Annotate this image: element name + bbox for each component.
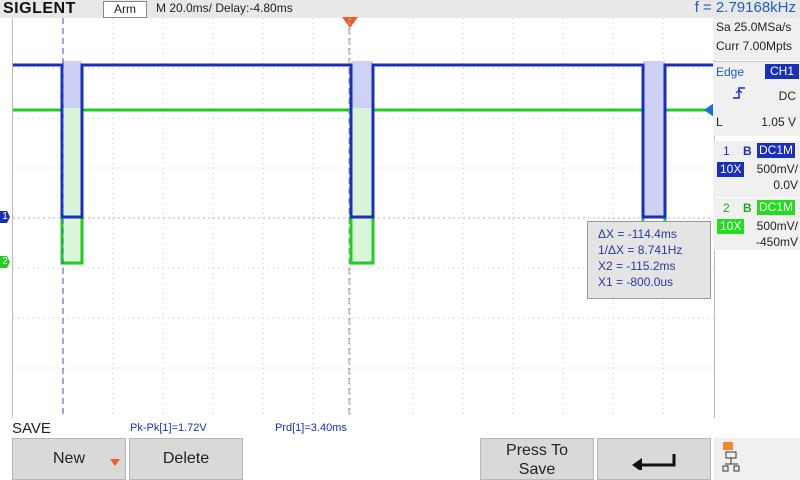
- return-arrow-icon: [632, 454, 676, 470]
- ch2-bw-limit: B: [743, 201, 752, 215]
- top-status-bar: SIGLENT Arm M 20.0ms/ Delay:-4.80ms f = …: [0, 0, 800, 18]
- waveform-grid: [13, 18, 714, 418]
- ch2-probe: 10X: [717, 219, 745, 234]
- waveform-display[interactable]: ΔX = -114.4ms 1/ΔX = 8.741Hz X2 = -115.2…: [12, 18, 715, 418]
- ch1-offset-marker[interactable]: 1: [0, 211, 10, 223]
- ch1-scale: 500mV/: [756, 162, 798, 176]
- acquisition-panel[interactable]: Sa 25.0MSa/s Curr 7.00Mpts: [713, 18, 800, 60]
- network-icon: [722, 442, 740, 472]
- ch2-number: 2: [723, 201, 730, 215]
- ch1-number: 1: [723, 144, 730, 158]
- ch1-marker-label: 1: [2, 211, 8, 222]
- network-status[interactable]: [714, 438, 800, 480]
- sample-rate: Sa 25.0MSa/s: [716, 20, 792, 34]
- cursor-readout-panel: ΔX = -114.4ms 1/ΔX = 8.741Hz X2 = -115.2…: [587, 221, 711, 299]
- memory-depth: Curr 7.00Mpts: [716, 39, 793, 53]
- trigger-source: CH1: [765, 64, 800, 79]
- x2-readout: X2 = -115.2ms: [598, 259, 676, 273]
- ch2-coupling: DC1M: [757, 200, 796, 215]
- press-to-save-label-line1: Press To: [506, 442, 568, 459]
- delete-button-label: Delete: [162, 450, 210, 467]
- ch1-offset: 0.0V: [773, 178, 798, 192]
- dropdown-arrow-icon: [110, 459, 120, 466]
- menu-title: SAVE: [12, 420, 51, 437]
- trigger-type: Edge: [716, 65, 745, 79]
- delete-button[interactable]: Delete: [129, 438, 243, 480]
- ch1-bw-limit: B: [743, 144, 752, 158]
- ch2-offset: -450mV: [755, 235, 798, 249]
- measurement-bar: SAVE Pk-Pk[1]=1.72V Prd[1]=3.40ms: [0, 419, 800, 437]
- new-button[interactable]: New: [12, 438, 126, 480]
- trigger-level: 1.05 V: [761, 115, 796, 129]
- period-measurement: Prd[1]=3.40ms: [275, 422, 347, 434]
- x1-readout: X1 = -800.0us: [598, 275, 674, 289]
- acquisition-state: Arm: [103, 1, 147, 18]
- brand-logo: SIGLENT: [3, 0, 76, 17]
- ch2-marker-label: 2: [2, 256, 8, 267]
- ch1-probe: 10X: [717, 162, 745, 177]
- return-button[interactable]: [597, 438, 711, 480]
- new-button-label: New: [52, 450, 85, 467]
- rising-edge-icon: [733, 87, 745, 99]
- ch2-scale: 500mV/: [756, 219, 798, 233]
- trigger-level-prefix: L: [716, 115, 723, 129]
- inverse-delta-x-readout: 1/ΔX = 8.741Hz: [598, 243, 683, 257]
- timebase-readout: M 20.0ms/ Delay:-4.80ms: [156, 1, 293, 15]
- ch1-coupling: DC1M: [757, 143, 796, 158]
- ch2-offset-marker[interactable]: 2: [0, 256, 10, 268]
- frequency-counter: f = 2.79168kHz: [694, 0, 796, 16]
- ch2-info-panel[interactable]: 2 B DC1M 10X 500mV/ -450mV: [713, 198, 800, 250]
- pkpk-measurement: Pk-Pk[1]=1.72V: [130, 422, 207, 434]
- press-to-save-label-line2: Save: [518, 461, 556, 478]
- trigger-panel[interactable]: Edge CH1 DC L 1.05 V: [713, 61, 800, 136]
- delta-x-readout: ΔX = -114.4ms: [598, 227, 677, 241]
- press-to-save-button[interactable]: Press To Save: [480, 438, 594, 480]
- trigger-coupling: DC: [778, 89, 796, 103]
- ch1-info-panel[interactable]: 1 B DC1M 10X 500mV/ 0.0V: [713, 141, 800, 197]
